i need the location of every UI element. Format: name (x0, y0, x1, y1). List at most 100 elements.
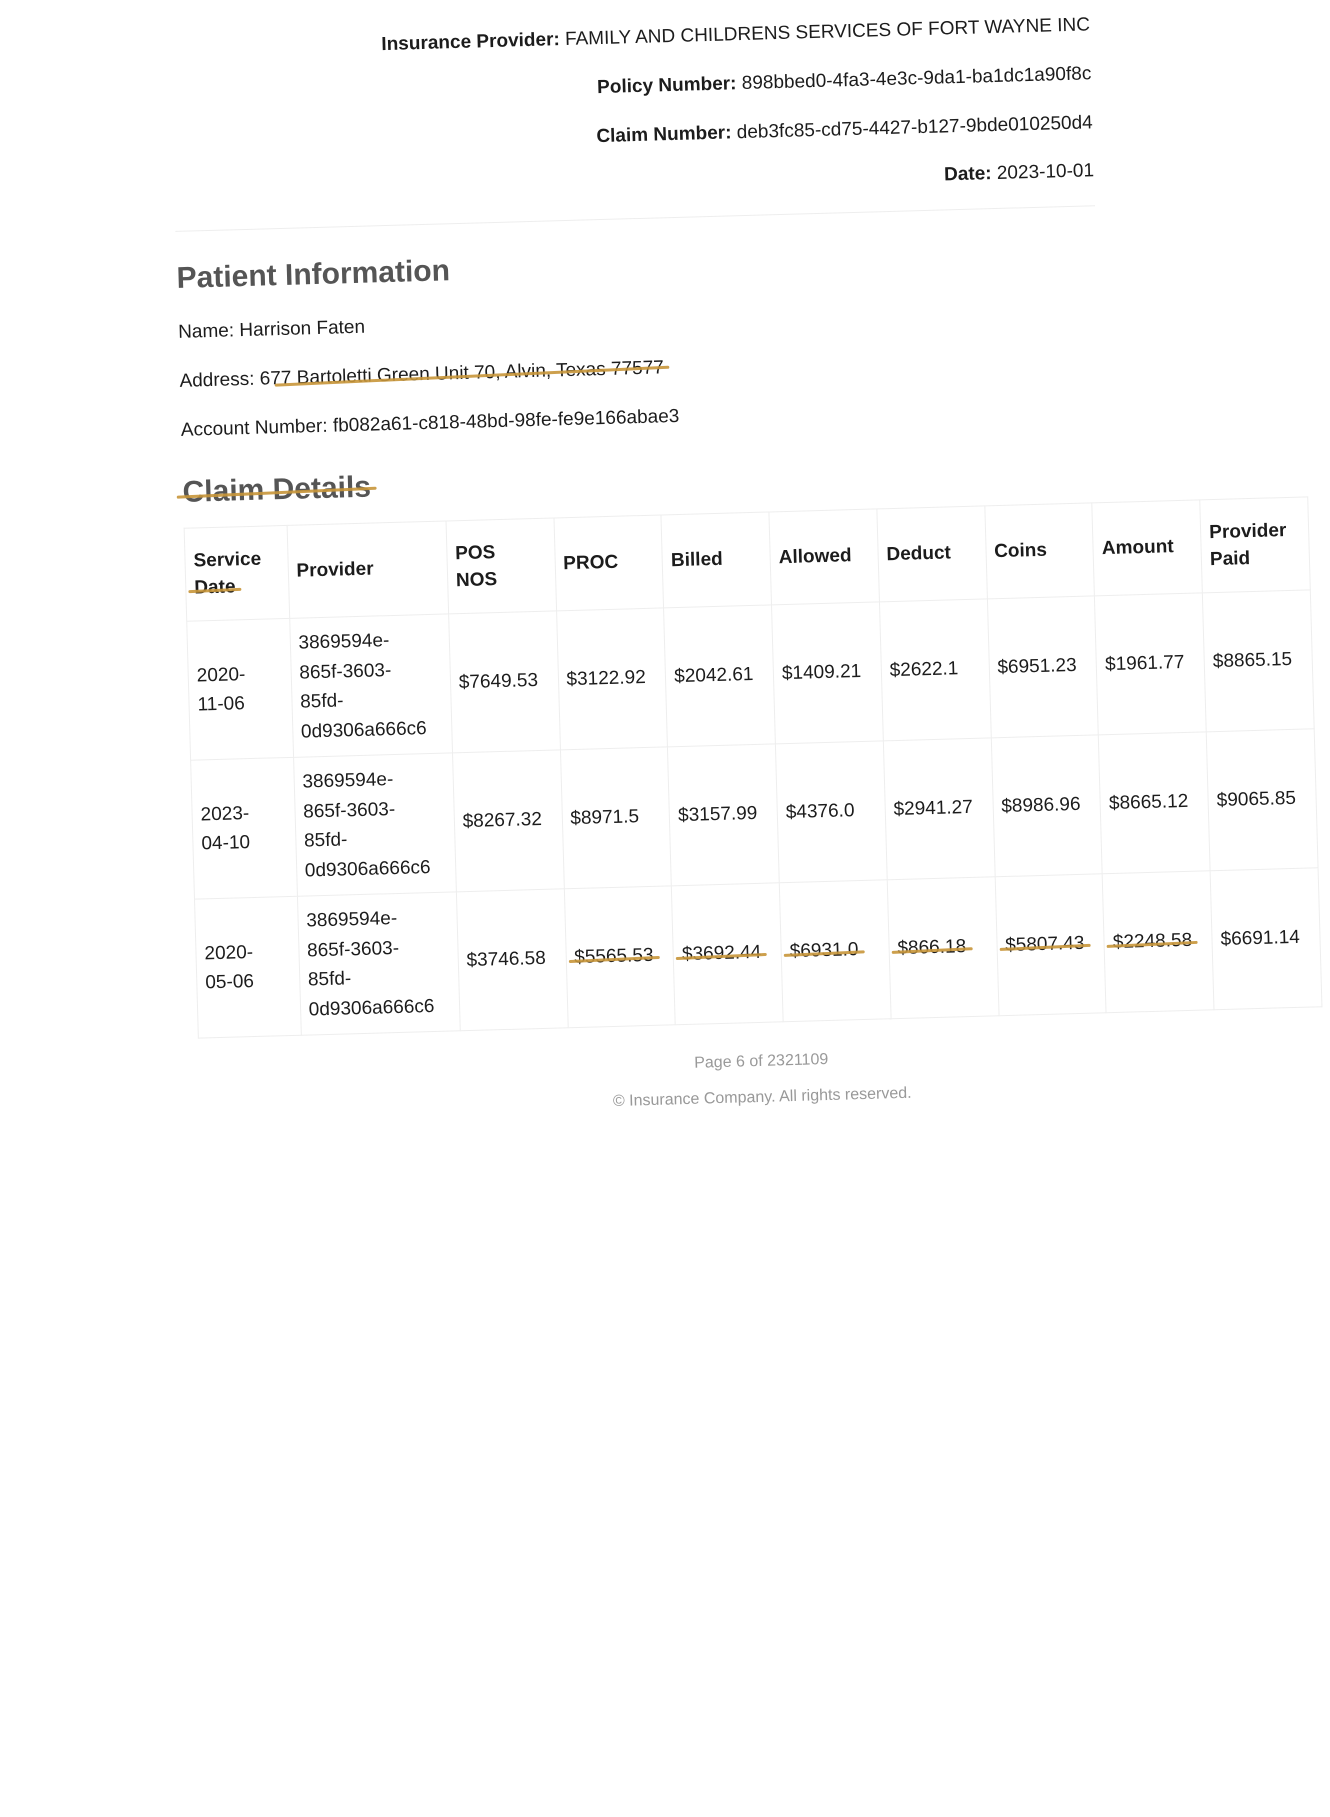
patient-address-line: Address: 677 Bartoletti Green Unit 70, A… (179, 340, 1304, 393)
column-header-service-date-line1: Service (193, 548, 262, 572)
cell-deduct: $2622.1 (879, 599, 991, 742)
column-header-allowed: Allowed (768, 509, 880, 606)
patient-account-label: Account Number: (180, 415, 328, 442)
cell-pos-nos: $7649.53 (448, 611, 560, 754)
patient-name-value: Harrison Faten (239, 316, 366, 342)
cell-amount: $2248.58 (1102, 870, 1215, 1013)
column-header-pos-nos: POS NOS (445, 518, 557, 615)
cell-provider-line1: 3869594e- (302, 769, 394, 793)
cell-provider-line3: 85fd- (303, 829, 348, 852)
cell-allowed: $4376.0 (775, 741, 888, 884)
patient-account-value: fb082a61-c818-48bd-98fe-fe9e166abae3 (332, 406, 680, 437)
cell-service-date-line2: 11-06 (197, 693, 246, 716)
patient-address-prefix: 67 (259, 368, 282, 390)
cell-proc-struck: $5565.53 (574, 941, 654, 973)
cell-service-date-line1: 2020- (204, 941, 254, 965)
cell-proc: $8971.5 (559, 747, 672, 890)
cell-proc: $5565.53 (563, 886, 676, 1028)
column-header-pos-line1: POS (454, 541, 496, 564)
cell-proc: $3122.92 (556, 608, 668, 751)
column-header-provider-paid-line2: Paid (1209, 548, 1251, 571)
cell-provider-line1: 3869594e- (306, 908, 398, 932)
cell-billed-struck: $3692.44 (682, 938, 762, 970)
cell-allowed: $6931.0 (779, 879, 891, 1022)
document-page: Insurance Provider: FAMILY AND CHILDRENS… (170, 9, 1325, 1141)
patient-information-heading: Patient Information (176, 254, 451, 296)
cell-deduct: $866.18 (887, 876, 999, 1019)
cell-service-date: 2020- 05-06 (194, 896, 301, 1039)
patient-address-label: Address: (179, 368, 255, 393)
column-header-provider-paid: Provider Paid (1199, 497, 1311, 594)
cell-coins: $5807.43 (994, 873, 1107, 1016)
cell-amount: $1961.77 (1094, 593, 1207, 736)
cell-provider-line3: 85fd- (299, 690, 344, 713)
date-row: Date: 2023-10-01 (174, 160, 1095, 209)
cell-provider-line4: 0d9306a666c6 (300, 717, 428, 743)
column-header-coins: Coins (984, 503, 1095, 600)
cell-provider-line3: 85fd- (307, 968, 352, 991)
cell-service-date-line2: 04-10 (201, 832, 251, 855)
cell-pos-nos: $8267.32 (452, 750, 564, 893)
cell-billed: $3692.44 (671, 883, 784, 1025)
cell-provider-paid: $8865.15 (1202, 590, 1315, 733)
header-divider (175, 205, 1096, 233)
claim-header: Insurance Provider: FAMILY AND CHILDRENS… (170, 14, 1094, 209)
claim-details-heading: Claim Details (182, 445, 1308, 510)
claim-number-row: Claim Number: deb3fc85-cd75-4427-b127-9b… (173, 112, 1093, 160)
cell-provider-line4: 0d9306a666c6 (308, 995, 435, 1021)
cell-billed: $2042.61 (663, 605, 776, 748)
insurance-provider-value: FAMILY AND CHILDRENS SERVICES OF FORT WA… (564, 14, 1091, 50)
cell-allowed: $1409.21 (771, 602, 884, 745)
cell-service-date-line1: 2020- (196, 663, 246, 687)
cell-amount: $8665.12 (1098, 732, 1211, 874)
cell-provider-line4: 0d9306a666c6 (304, 856, 431, 882)
patient-account-line: Account Number: fb082a61-c818-48bd-98fe-… (181, 389, 1306, 442)
cell-provider-paid: $6691.14 (1210, 867, 1322, 1010)
cell-provider-line1: 3869594e- (298, 630, 390, 654)
cell-coins: $8986.96 (990, 735, 1103, 877)
date-label: Date: (943, 163, 992, 186)
column-header-provider-paid-line1: Provider (1208, 519, 1287, 543)
cell-provider: 3869594e- 865f-3603- 85fd- 0d9306a666c6 (293, 753, 457, 897)
cell-provider-line2: 865f-3603- (302, 798, 396, 823)
cell-provider: 3869594e- 865f-3603- 85fd- 0d9306a666c6 (289, 614, 453, 758)
cell-provider-line2: 865f-3603- (306, 937, 400, 962)
column-header-amount: Amount (1092, 500, 1203, 597)
cell-provider-paid: $9065.85 (1206, 729, 1319, 871)
column-header-pos-line2: NOS (455, 569, 498, 592)
policy-number-value: 898bbed0-4fa3-4e3c-9da1-ba1dc1a90f8c (741, 63, 1092, 94)
date-value: 2023-10-01 (996, 160, 1095, 185)
column-header-service-date-line2: Date (194, 574, 236, 603)
column-header-billed: Billed (661, 512, 772, 609)
cell-provider: 3869594e- 865f-3603- 85fd- 0d9306a666c6 (297, 892, 461, 1036)
insurance-provider-row: Insurance Provider: FAMILY AND CHILDRENS… (170, 14, 1090, 62)
policy-number-label: Policy Number: (596, 73, 737, 98)
cell-service-date-line2: 05-06 (205, 971, 255, 994)
claims-table: Service Date Provider POS NOS PROC Bille… (184, 497, 1323, 1039)
patient-name-label: Name: (177, 320, 235, 344)
page-footer: Page 6 of 2321109 © Insurance Company. A… (199, 1037, 1325, 1122)
cell-deduct: $2941.27 (883, 738, 995, 880)
cell-coins: $6951.23 (986, 596, 1099, 739)
cell-service-date: 2020- 11-06 (186, 618, 294, 761)
patient-address-struck: 7 Bartoletti Green Unit 70, Alvin, Texas… (280, 357, 665, 390)
claim-number-value: deb3fc85-cd75-4427-b127-9bde010250d4 (736, 111, 1093, 143)
column-header-deduct: Deduct (876, 506, 987, 603)
column-header-proc: PROC (553, 515, 664, 612)
column-header-service-date: Service Date (184, 525, 290, 622)
cell-billed: $3157.99 (667, 744, 780, 887)
patient-name-line: Name: Harrison Faten (178, 291, 1303, 344)
cell-pos-nos: $3746.58 (456, 889, 568, 1031)
claim-number-label: Claim Number: (596, 121, 732, 147)
patient-information-section: Patient Information Name: Harrison Faten… (176, 231, 1306, 442)
insurance-provider-label: Insurance Provider: (381, 29, 561, 56)
cell-service-date-line1: 2023- (200, 802, 250, 826)
claim-details-heading-text: Claim Details (182, 470, 372, 510)
cell-allowed-struck: $6931.0 (789, 936, 858, 967)
policy-number-row: Policy Number: 898bbed0-4fa3-4e3c-9da1-b… (171, 63, 1092, 111)
claim-details-section: Claim Details Service Date Provider POS … (182, 445, 1322, 1039)
column-header-provider: Provider (286, 521, 449, 619)
cell-coins-struck: $5807.43 (1005, 929, 1085, 961)
cell-deduct-struck: $866.18 (897, 933, 966, 964)
cell-amount-struck: $2248.58 (1113, 926, 1193, 958)
